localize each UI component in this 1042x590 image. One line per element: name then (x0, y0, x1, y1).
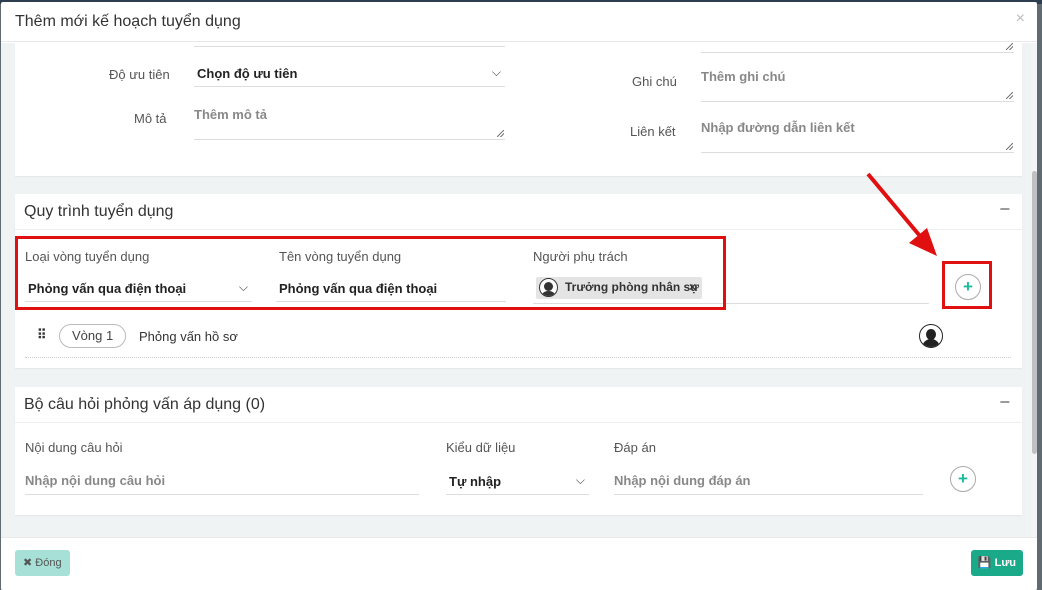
annotation-arrow-icon (866, 172, 937, 256)
